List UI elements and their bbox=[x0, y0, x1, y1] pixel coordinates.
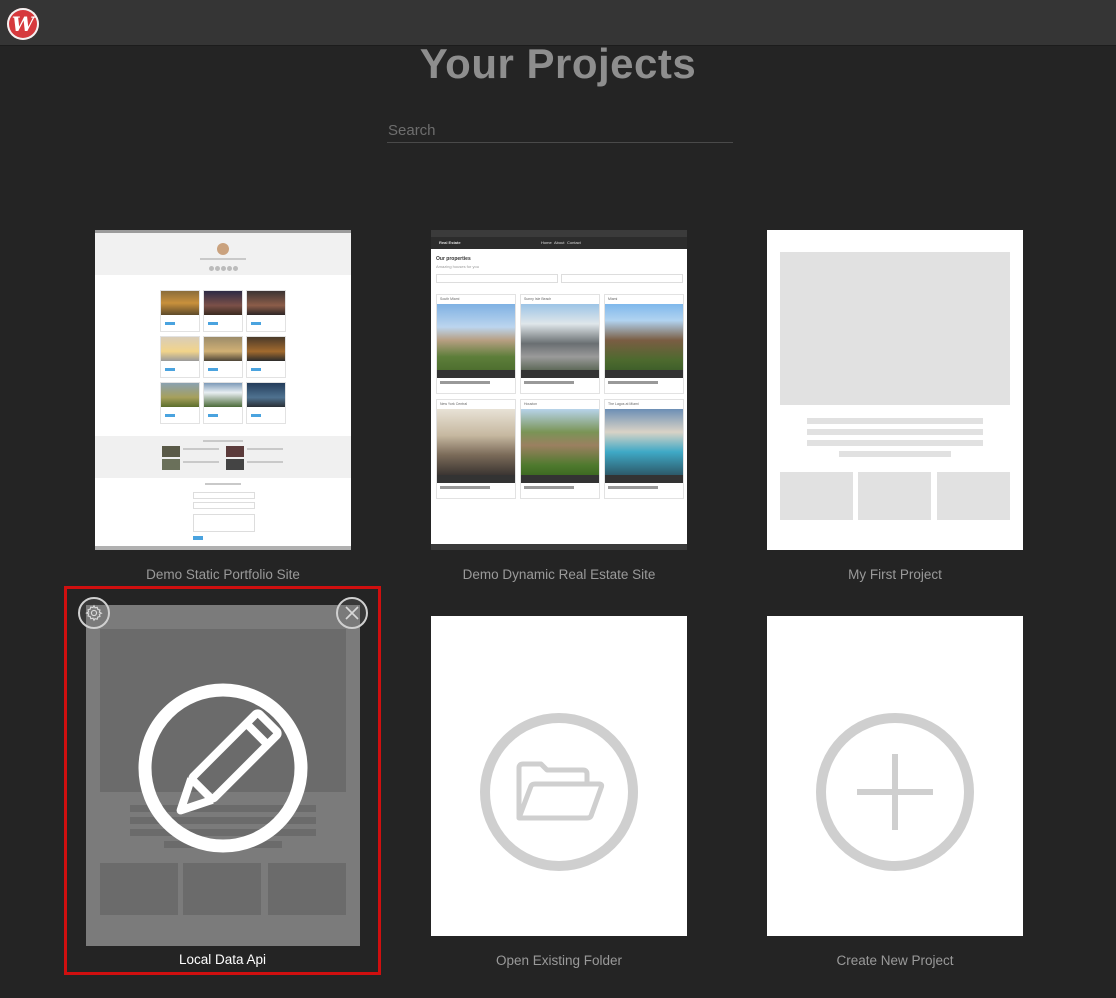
open-existing-folder-card[interactable] bbox=[431, 616, 687, 936]
project-label[interactable]: Local Data Api bbox=[67, 952, 378, 967]
gear-icon bbox=[85, 604, 103, 622]
project-label[interactable]: My First Project bbox=[745, 567, 1045, 582]
project-label[interactable]: Demo Dynamic Real Estate Site bbox=[409, 567, 709, 582]
project-card-real-estate[interactable]: Real Estate Home About Contact Our prope… bbox=[431, 230, 687, 550]
app-logo-icon[interactable]: W bbox=[7, 8, 39, 40]
project-remove-button[interactable] bbox=[336, 597, 368, 629]
project-settings-button[interactable] bbox=[78, 597, 110, 629]
pencil-icon[interactable] bbox=[137, 682, 309, 854]
search-input[interactable] bbox=[387, 118, 733, 143]
project-label[interactable]: Create New Project bbox=[745, 953, 1045, 968]
project-card-local-data-api[interactable] bbox=[86, 605, 360, 946]
plus-icon bbox=[816, 713, 974, 871]
page-title: Your Projects bbox=[419, 40, 697, 87]
close-icon bbox=[345, 606, 359, 620]
project-label[interactable]: Open Existing Folder bbox=[409, 953, 709, 968]
create-new-project-card[interactable] bbox=[767, 616, 1023, 936]
project-card-portfolio[interactable] bbox=[95, 230, 351, 550]
project-label[interactable]: Demo Static Portfolio Site bbox=[73, 567, 373, 582]
project-card-my-first-project[interactable] bbox=[767, 230, 1023, 550]
folder-open-icon bbox=[480, 713, 638, 871]
